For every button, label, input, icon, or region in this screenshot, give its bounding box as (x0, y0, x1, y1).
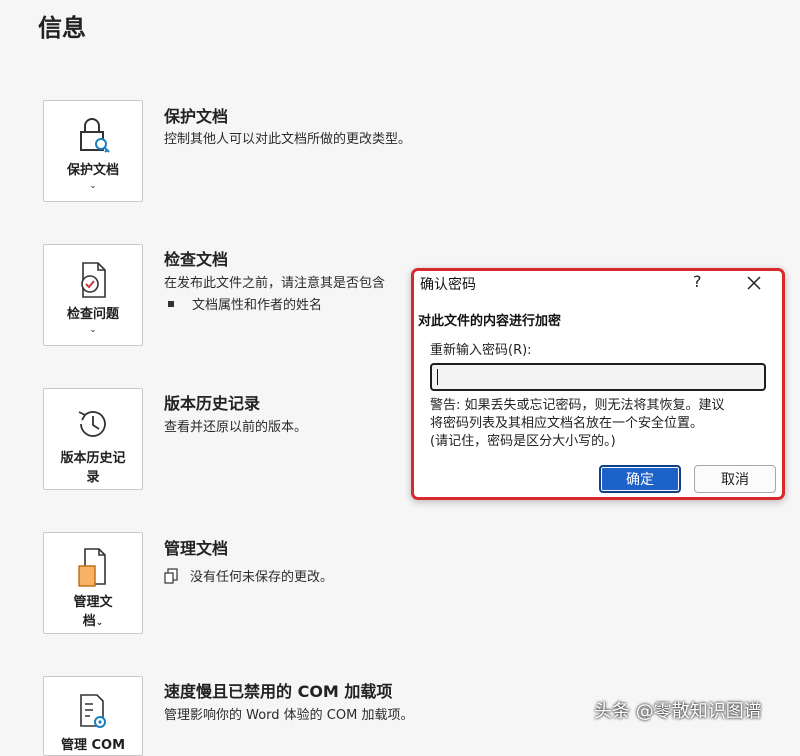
unsaved-changes-line: 没有任何未保存的更改。 (164, 566, 333, 585)
document-gear-icon (75, 689, 111, 734)
com-addins-desc: 管理影响你的 Word 体验的 COM 加载项。 (164, 708, 414, 723)
confirm-password-dialog: 确认密码 ? 对此文件的内容进行加密 重新输入密码(R): 警告: 如果丢失或忘… (411, 268, 785, 500)
reenter-password-input[interactable] (430, 363, 766, 391)
manage-document-title: 管理文档 (164, 539, 229, 558)
help-button[interactable]: ? (693, 272, 702, 291)
watermark: 头条 @零散知识图谱 (594, 701, 762, 722)
manage-document-button[interactable]: 管理文 档⌄ (43, 532, 143, 634)
protect-document-label: 保护文档 (66, 163, 119, 178)
page-title: 信息 (38, 14, 86, 42)
ok-button[interactable]: 确定 (599, 465, 681, 493)
dialog-title: 确认密码 (420, 277, 476, 293)
inspect-bullet-text: 文档属性和作者的姓名 (192, 298, 323, 313)
close-icon[interactable] (744, 273, 764, 293)
document-manage-icon (75, 545, 111, 591)
manage-document-label: 管理文 档⌄ (73, 595, 113, 629)
version-history-button[interactable]: 版本历史记 录 (43, 388, 143, 490)
reenter-password-label: 重新输入密码(R): (430, 343, 532, 358)
protect-document-desc: 控制其他人可以对此文档所做的更改类型。 (164, 132, 412, 147)
text-caret (437, 369, 438, 385)
bullet-marker (168, 300, 174, 307)
chevron-down-icon: ⌄ (95, 618, 104, 628)
document-copy-icon (164, 567, 178, 584)
check-issues-button[interactable]: 检查问题 ⌄ (43, 244, 143, 346)
version-history-title: 版本历史记录 (164, 394, 261, 413)
chevron-down-icon: ⌄ (89, 181, 97, 191)
inspect-document-desc: 在发布此文件之前，请注意其是否包含 (164, 276, 386, 291)
document-check-icon (75, 257, 111, 303)
lock-key-icon (75, 113, 111, 159)
inspect-document-title: 检查文档 (164, 250, 229, 269)
manage-com-label: 管理 COM (60, 738, 126, 753)
protect-document-button[interactable]: 保护文档 ⌄ (43, 100, 143, 202)
protect-document-title: 保护文档 (164, 107, 229, 126)
clock-history-icon (73, 401, 113, 447)
chevron-down-icon: ⌄ (89, 325, 97, 335)
manage-document-desc: 没有任何未保存的更改。 (190, 570, 334, 585)
inspect-bullet-item: 文档属性和作者的姓名 (168, 294, 322, 313)
com-addins-title: 速度慢且已禁用的 COM 加载项 (164, 682, 393, 701)
dialog-heading: 对此文件的内容进行加密 (418, 314, 562, 329)
version-history-desc: 查看并还原以前的版本。 (164, 420, 308, 435)
check-issues-label: 检查问题 (66, 307, 119, 322)
manage-com-button[interactable]: 管理 COM (43, 676, 143, 756)
password-warning: 警告: 如果丢失或忘记密码，则无法将其恢复。建议 将密码列表及其相应文档名放在一… (430, 398, 725, 449)
cancel-button[interactable]: 取消 (694, 465, 776, 493)
version-history-label: 版本历史记 录 (60, 451, 126, 485)
